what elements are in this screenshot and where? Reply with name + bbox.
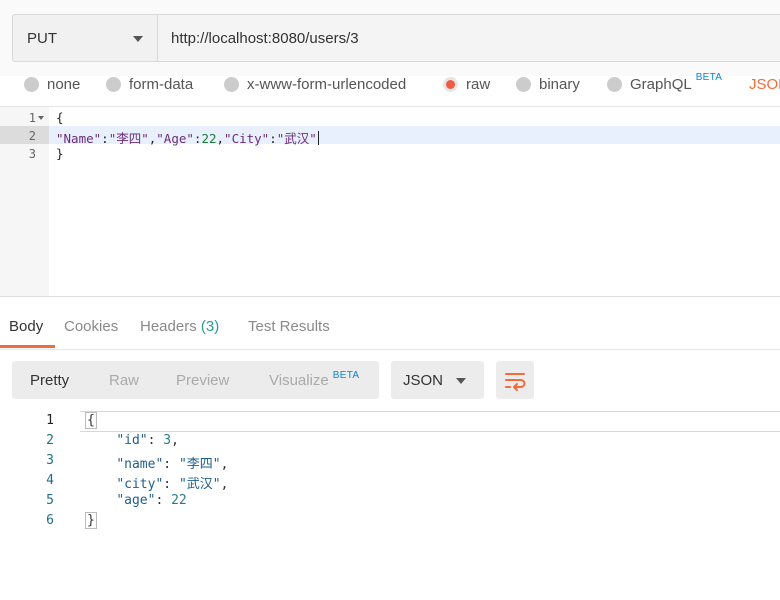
headers-count: (3) xyxy=(200,318,220,335)
json-string: "李四" xyxy=(108,131,149,146)
code-line: } xyxy=(56,146,64,161)
json-key: "Age" xyxy=(156,131,194,146)
url-value: http://localhost:8080/users/3 xyxy=(171,30,359,47)
code-line: "name": "李四", xyxy=(116,457,229,472)
method-label: PUT xyxy=(27,30,57,47)
tab-cookies[interactable]: Cookies xyxy=(64,318,118,335)
code-line: "age": 22 xyxy=(116,493,187,508)
active-tab-indicator xyxy=(0,345,55,348)
view-mode-toggle: Pretty Raw Preview Visualize BETA xyxy=(12,361,379,399)
json-string: "武汉" xyxy=(276,131,317,146)
json-key: "age" xyxy=(116,493,156,508)
visualize-button[interactable]: Visualize BETA xyxy=(269,370,360,389)
body-type-options: none form-data x-www-form-urlencoded raw… xyxy=(0,72,780,106)
url-input[interactable]: http://localhost:8080/users/3 xyxy=(157,14,780,62)
tab-body[interactable]: Body xyxy=(9,318,43,335)
radio-label: binary xyxy=(539,75,580,93)
json-string: "武汉" xyxy=(178,477,221,492)
line-number: 3 xyxy=(28,147,36,161)
wrap-lines-icon xyxy=(505,373,526,391)
radio-form-data[interactable]: form-data xyxy=(106,75,194,93)
json-key: "City" xyxy=(224,131,270,146)
tab-headers-label: Headers xyxy=(140,318,197,335)
line-number: 1 xyxy=(28,111,36,125)
radio-binary[interactable]: binary xyxy=(516,75,580,93)
format-label: JSON xyxy=(403,372,444,389)
code-line: { xyxy=(85,412,97,429)
visualize-label: Visualize xyxy=(269,372,329,389)
line-number: 2 xyxy=(46,433,54,448)
line-number: 6 xyxy=(46,513,54,528)
chevron-down-icon xyxy=(133,36,143,42)
raw-button[interactable]: Raw xyxy=(109,372,139,389)
preview-button[interactable]: Preview xyxy=(176,372,229,389)
text-cursor xyxy=(317,131,319,145)
json-number: 22 xyxy=(201,131,217,146)
json-number: 3 xyxy=(163,433,172,448)
code-line: "city": "武汉", xyxy=(116,477,229,492)
line-number: 2 xyxy=(28,129,36,143)
line-number: 1 xyxy=(46,413,54,428)
radio-raw[interactable]: raw xyxy=(443,75,491,93)
radio-label: x-www-form-urlencoded xyxy=(247,75,407,93)
json-key: "id" xyxy=(116,433,148,448)
beta-badge: BETA xyxy=(695,71,723,83)
radio-icon xyxy=(106,76,121,92)
radio-icon xyxy=(607,76,622,92)
matched-brace: { xyxy=(85,412,97,429)
line-number: 3 xyxy=(46,453,54,468)
json-string: "李四" xyxy=(178,457,221,472)
tab-test-results[interactable]: Test Results xyxy=(248,318,330,335)
radio-icon xyxy=(24,76,39,92)
beta-badge: BETA xyxy=(332,370,360,381)
chevron-down-icon xyxy=(456,378,466,384)
tab-headers[interactable]: Headers (3) xyxy=(140,318,219,335)
radio-graphql[interactable]: GraphQL BETA xyxy=(607,72,722,93)
radio-icon xyxy=(516,76,531,92)
pretty-button[interactable]: Pretty xyxy=(30,372,69,389)
request-body-editor[interactable]: 1 2 3 { "Name":"李四","Age":22,"City":"武汉"… xyxy=(0,106,780,297)
radio-label: form-data xyxy=(129,75,194,93)
matched-brace: } xyxy=(85,512,97,529)
code-line: "Name":"李四","Age":22,"City":"武汉" xyxy=(56,131,319,146)
method-dropdown[interactable]: PUT xyxy=(12,14,157,62)
radio-label: GraphQL xyxy=(630,75,692,93)
radio-icon xyxy=(224,76,239,92)
active-line-highlight xyxy=(80,411,780,432)
radio-label: raw xyxy=(466,75,491,93)
radio-label: none xyxy=(47,75,81,93)
json-key: "Name" xyxy=(56,131,102,146)
wrap-lines-button[interactable] xyxy=(496,361,534,399)
fold-arrow-icon[interactable] xyxy=(38,116,44,120)
line-number: 5 xyxy=(46,493,54,508)
code-line: "id": 3, xyxy=(116,433,179,448)
json-key: "city" xyxy=(116,477,164,492)
line-number: 4 xyxy=(46,473,54,488)
response-format-dropdown[interactable]: JSON xyxy=(391,361,484,399)
response-tabs: Body Cookies Headers (3) Test Results xyxy=(0,297,780,350)
radio-x-www-form-urlencoded[interactable]: x-www-form-urlencoded xyxy=(224,75,407,93)
json-number: 22 xyxy=(171,493,187,508)
json-key: "name" xyxy=(116,457,164,472)
radio-none[interactable]: none xyxy=(24,75,81,93)
radio-selected-icon xyxy=(443,76,458,92)
code-line: } xyxy=(85,512,97,529)
code-line: { xyxy=(56,110,64,125)
raw-format-dropdown[interactable]: JSON xyxy=(749,76,780,93)
